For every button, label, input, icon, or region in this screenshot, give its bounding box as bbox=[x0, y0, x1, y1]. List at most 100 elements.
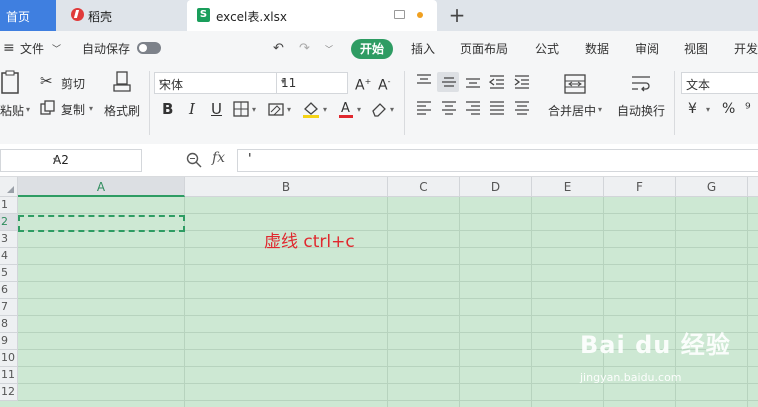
zoom-search-icon[interactable] bbox=[186, 152, 202, 168]
grid-line bbox=[18, 366, 758, 367]
menu-tab-insert[interactable]: 插入 bbox=[411, 40, 435, 57]
copy-dropdown-icon[interactable]: ▾ bbox=[89, 104, 93, 113]
chevron-down-icon: ▾ bbox=[281, 77, 286, 86]
menu-tab-data[interactable]: 数据 bbox=[585, 40, 609, 57]
bold-icon[interactable]: B bbox=[162, 101, 173, 117]
formula-input[interactable]: ' bbox=[237, 149, 758, 172]
menu-tab-formula[interactable]: 公式 bbox=[535, 40, 559, 57]
column-header-f[interactable]: F bbox=[604, 177, 676, 197]
font-size-select[interactable]: 11 ▾ bbox=[276, 72, 348, 94]
row-header-4[interactable]: 4 bbox=[0, 248, 18, 265]
cell-style-icon[interactable] bbox=[268, 101, 284, 117]
border-icon[interactable] bbox=[233, 101, 249, 117]
monitor-icon[interactable] bbox=[394, 10, 405, 19]
align-left-icon[interactable] bbox=[416, 101, 432, 115]
row-header-2[interactable]: 2 bbox=[0, 214, 18, 231]
column-header-e[interactable]: E bbox=[532, 177, 604, 197]
menu-file[interactable]: 文件 bbox=[20, 40, 44, 57]
chevron-down-icon[interactable]: ﹀ bbox=[52, 42, 61, 55]
tab-excel-file[interactable]: S excel表.xlsx bbox=[187, 0, 437, 31]
menu-tab-page-layout[interactable]: 页面布局 bbox=[460, 40, 508, 57]
row-header-3[interactable]: 3 bbox=[0, 231, 18, 248]
underline-icon[interactable]: U bbox=[211, 101, 222, 117]
row-header-8[interactable]: 8 bbox=[0, 316, 18, 333]
row-header-10[interactable]: 10 bbox=[0, 350, 18, 367]
row-header-5[interactable]: 5 bbox=[0, 265, 18, 282]
spreadsheet-grid[interactable]: A B C D E F G 1 2 3 4 5 6 7 8 9 10 11 12… bbox=[0, 177, 758, 407]
eraser-icon[interactable] bbox=[371, 101, 387, 117]
increase-font-icon[interactable]: A+ bbox=[355, 74, 371, 94]
copy-button[interactable]: 复制 bbox=[61, 101, 85, 118]
merge-center-button[interactable]: 合并居中 bbox=[548, 102, 596, 119]
tab-daoke[interactable]: 稻壳 bbox=[57, 0, 185, 31]
merge-center-icon[interactable] bbox=[564, 74, 586, 94]
column-header-b[interactable]: B bbox=[185, 177, 388, 197]
undo-icon[interactable]: ↶ bbox=[273, 41, 284, 56]
cell-style-dropdown-icon[interactable]: ▾ bbox=[287, 105, 291, 114]
watermark-brand: Bai du 经验 bbox=[580, 331, 731, 359]
column-header-c[interactable]: C bbox=[388, 177, 460, 197]
align-middle-icon[interactable] bbox=[441, 75, 457, 89]
fill-color-icon[interactable] bbox=[302, 100, 320, 118]
menu-tab-review[interactable]: 审阅 bbox=[635, 40, 659, 57]
eraser-dropdown-icon[interactable]: ▾ bbox=[390, 105, 394, 114]
paste-button[interactable]: 粘贴 bbox=[0, 102, 24, 119]
number-format-select[interactable]: 文本 bbox=[681, 72, 758, 94]
column-header-h[interactable] bbox=[748, 177, 758, 197]
increase-indent-icon[interactable] bbox=[514, 75, 530, 89]
align-top-icon[interactable] bbox=[416, 74, 432, 88]
row-header-9[interactable]: 9 bbox=[0, 333, 18, 350]
align-right-icon[interactable] bbox=[465, 101, 481, 115]
scissors-icon[interactable]: ✂ bbox=[40, 73, 53, 89]
wrap-text-button[interactable]: 自动换行 bbox=[617, 102, 665, 119]
name-box[interactable]: A2 ▾ bbox=[0, 149, 142, 172]
cut-button[interactable]: 剪切 bbox=[61, 75, 85, 92]
font-color-icon[interactable]: A bbox=[338, 100, 354, 118]
currency-dropdown-icon[interactable]: ▾ bbox=[706, 105, 710, 114]
svg-text:A: A bbox=[341, 101, 350, 116]
redo-icon[interactable]: ↷ bbox=[299, 41, 310, 56]
paste-icon[interactable] bbox=[0, 70, 22, 96]
merge-dropdown-icon[interactable]: ▾ bbox=[598, 105, 602, 114]
row-header-1[interactable]: 1 bbox=[0, 197, 18, 214]
font-name-select[interactable]: 宋体 ▾ bbox=[154, 72, 278, 94]
font-color-dropdown-icon[interactable]: ▾ bbox=[357, 105, 361, 114]
fill-color-dropdown-icon[interactable]: ▾ bbox=[323, 105, 327, 114]
align-center-icon[interactable] bbox=[441, 101, 457, 115]
hamburger-icon[interactable]: ≡ bbox=[3, 40, 15, 56]
grid-line bbox=[531, 197, 532, 407]
format-painter-icon[interactable] bbox=[112, 71, 132, 97]
justify-icon[interactable] bbox=[489, 101, 505, 115]
annotation-text: 虚线 ctrl+c bbox=[264, 232, 355, 252]
paste-dropdown-icon[interactable]: ▾ bbox=[26, 105, 30, 114]
fx-icon[interactable]: fx bbox=[212, 150, 225, 166]
percent-button[interactable]: % bbox=[722, 101, 735, 117]
column-header-g[interactable]: G bbox=[676, 177, 748, 197]
menu-tab-home[interactable]: 开始 bbox=[351, 39, 393, 59]
menu-tab-view[interactable]: 视图 bbox=[684, 40, 708, 57]
align-bottom-icon[interactable] bbox=[465, 75, 481, 89]
menu-tab-developer[interactable]: 开发 bbox=[734, 40, 758, 57]
format-painter-button[interactable]: 格式刷 bbox=[104, 102, 140, 119]
select-all-corner[interactable] bbox=[0, 177, 18, 197]
row-header-11[interactable]: 11 bbox=[0, 367, 18, 384]
copy-marquee-selection[interactable] bbox=[18, 215, 185, 232]
row-header-6[interactable]: 6 bbox=[0, 282, 18, 299]
row-header-12[interactable]: 12 bbox=[0, 384, 18, 401]
border-dropdown-icon[interactable]: ▾ bbox=[252, 105, 256, 114]
row-header-7[interactable]: 7 bbox=[0, 299, 18, 316]
currency-button[interactable]: ¥ bbox=[688, 101, 697, 117]
decrease-font-icon[interactable]: A- bbox=[378, 74, 390, 94]
thousands-icon[interactable]: ⁹ bbox=[745, 101, 751, 117]
decrease-indent-icon[interactable] bbox=[489, 75, 505, 89]
wrap-text-icon[interactable] bbox=[630, 74, 652, 94]
tab-home[interactable]: 首页 bbox=[0, 0, 56, 31]
autosave-toggle[interactable] bbox=[137, 42, 161, 54]
column-header-d[interactable]: D bbox=[460, 177, 532, 197]
new-tab-button[interactable]: + bbox=[447, 3, 467, 27]
more-chevron-icon[interactable]: ﹀ bbox=[325, 44, 333, 55]
italic-icon[interactable]: I bbox=[189, 101, 195, 117]
copy-icon[interactable] bbox=[40, 100, 55, 115]
column-header-a[interactable]: A bbox=[18, 177, 185, 197]
distributed-icon[interactable] bbox=[514, 101, 530, 115]
